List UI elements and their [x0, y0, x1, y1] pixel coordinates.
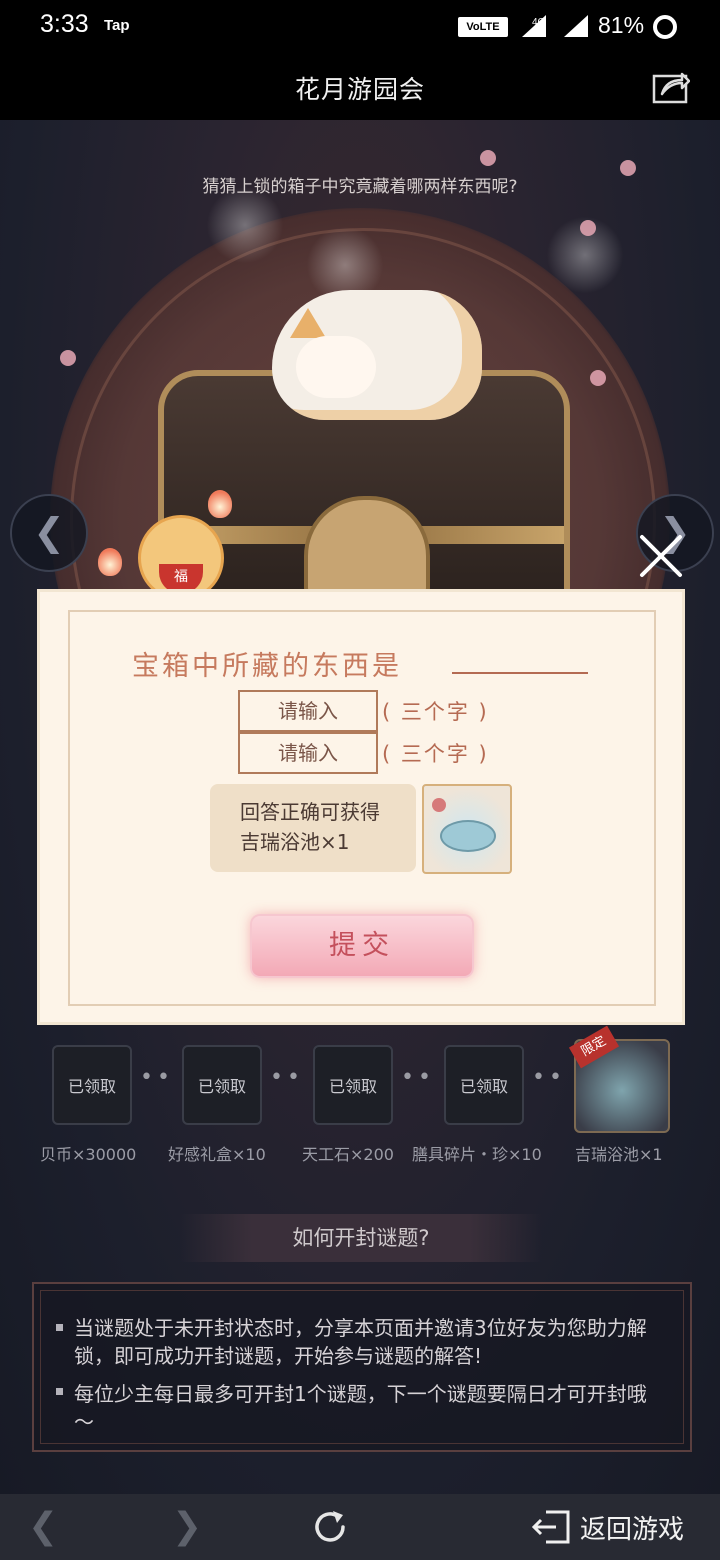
answer-hint-2: ( 三个字 ) — [382, 742, 489, 766]
reward-label: 天工石×200 — [302, 1145, 394, 1164]
reward-item-4: 已领取 — [444, 1045, 524, 1125]
cat-mascot — [272, 290, 482, 420]
reward-status: 已领取 — [67, 1077, 116, 1096]
rule-text-1: 当谜题处于未开封状态时，分享本页面并邀请3位好友为您助力解锁，即可成功开封谜题，… — [74, 1316, 647, 1368]
blossom-decoration — [480, 150, 496, 166]
reward-progress: 已领取 •• 已领取 •• 已领取 •• 已领取 •• 限定 贝币×30000 … — [0, 1025, 720, 1175]
page-title: 花月游园会 — [294, 75, 425, 104]
battery-percent: 81% — [598, 12, 645, 38]
reward-item-5: 限定 — [568, 1025, 670, 1133]
title-bar: 花月游园会 — [0, 52, 720, 120]
share-icon[interactable] — [652, 68, 690, 104]
limited-badge: 限定 — [568, 1025, 620, 1069]
bullet-icon — [56, 1388, 63, 1395]
reward-item-text: 吉瑞浴池×1 — [240, 830, 350, 854]
modal-prompt: 宝箱中所藏的东西是 — [132, 651, 402, 682]
answer-modal: 宝箱中所藏的东西是 请输入 ( 三个字 ) 请输入 ( 三个字 ) 回答正确可获… — [40, 592, 682, 1022]
submit-button[interactable]: 提交 — [250, 914, 474, 978]
reward-status: 已领取 — [197, 1077, 246, 1096]
rules-panel: 当谜题处于未开封状态时，分享本页面并邀请3位好友为您助力解锁，即可成功开封谜题，… — [32, 1282, 692, 1452]
back-arrow-icon[interactable]: ❮ — [28, 1506, 58, 1547]
network-4g-icon: 4G — [522, 15, 546, 37]
answer-hint-1: ( 三个字 ) — [382, 700, 489, 724]
blossom-decoration — [60, 350, 76, 366]
reward-item-3: 已领取 — [313, 1045, 393, 1125]
answer-input-2[interactable]: 请输入 — [238, 732, 378, 774]
bath-pool-icon — [422, 784, 512, 874]
howto-title: 如何开封谜题? — [180, 1214, 542, 1262]
bottom-nav-bar: ❮ ❯ 返回游戏 — [0, 1494, 720, 1560]
reward-info: 回答正确可获得 吉瑞浴池×1 — [210, 784, 416, 872]
flame-decoration — [98, 548, 122, 576]
status-bar: 3:33 Tap VoLTE 4G 81% — [0, 0, 720, 52]
rule-text-2: 每位少主每日最多可开封1个谜题，下一个谜题要隔日才可开封哦～ — [74, 1382, 647, 1434]
reward-status: 已领取 — [459, 1077, 508, 1096]
svg-text:4G: 4G — [532, 17, 546, 28]
progress-separator: •• — [532, 1065, 566, 1090]
reward-status: 已领取 — [328, 1077, 377, 1096]
status-time: 3:33 — [40, 10, 89, 38]
puzzle-question: 猜猜上锁的箱子中究竟藏着哪两样东西呢? — [202, 177, 518, 197]
close-icon[interactable] — [638, 533, 684, 579]
flame-decoration — [208, 490, 232, 518]
reward-label: 好感礼盒×10 — [168, 1145, 266, 1164]
battery-icon — [653, 15, 677, 39]
fortune-mascot: 福 — [138, 515, 224, 601]
forward-arrow-icon[interactable]: ❯ — [172, 1506, 202, 1547]
reward-item-1: 已领取 — [52, 1045, 132, 1125]
answer-blank-line — [452, 672, 588, 674]
reward-label: 贝币×30000 — [40, 1145, 137, 1164]
prev-arrow-button[interactable]: ❮ — [10, 494, 88, 572]
reward-text: 回答正确可获得 — [240, 800, 380, 824]
signal-icon — [564, 15, 588, 37]
answer-input-1[interactable]: 请输入 — [238, 690, 378, 732]
blossom-decoration — [580, 220, 596, 236]
volte-badge: VoLTE — [458, 17, 508, 37]
return-game-button[interactable]: 返回游戏 — [580, 1509, 684, 1546]
refresh-icon[interactable] — [310, 1507, 350, 1547]
progress-separator: •• — [401, 1065, 435, 1090]
exit-icon[interactable] — [530, 1508, 572, 1546]
reward-label: 吉瑞浴池×1 — [575, 1145, 663, 1164]
bullet-icon — [56, 1324, 63, 1331]
progress-separator: •• — [140, 1065, 174, 1090]
app-indicator: Tap — [104, 17, 130, 34]
reward-label: 膳具碎片・珍×10 — [412, 1145, 542, 1164]
blossom-decoration — [590, 370, 606, 386]
progress-separator: •• — [270, 1065, 304, 1090]
lock-icon — [304, 496, 430, 594]
reward-item-2: 已领取 — [182, 1045, 262, 1125]
